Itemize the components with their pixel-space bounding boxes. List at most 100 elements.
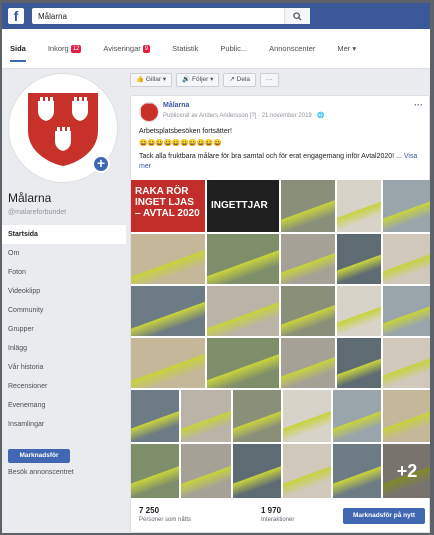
search-input[interactable]: Målarna — [32, 8, 310, 24]
tab-label: Annonscenter — [269, 44, 316, 53]
post-photo[interactable] — [207, 286, 279, 336]
sidebar-item-evenemang[interactable]: Evenemang — [2, 396, 126, 415]
post-text-body: Tack alla fruktbara målare för bra samta… — [139, 152, 425, 172]
post-meta: Publicerat av Anders Andersson [?] · 21 … — [163, 113, 325, 119]
post-photo[interactable] — [233, 390, 281, 442]
tab-label: Statistik — [172, 44, 199, 53]
main-column: 👍 Gillar ▾ 🔊 Följer ▾ ↗ Dela ··· Målarna… — [130, 69, 430, 533]
post-photo[interactable] — [383, 234, 430, 284]
notification-badge: 9 — [142, 44, 151, 53]
post-photo[interactable] — [283, 444, 331, 498]
sidebar-item-foton[interactable]: Foton — [2, 263, 126, 282]
post-photo[interactable] — [337, 180, 381, 232]
engagement-stat: 1 970 Interaktioner — [261, 506, 294, 523]
tab-statistik[interactable]: Statistik — [172, 29, 198, 68]
post-photo[interactable]: RAKA RÖR INGET LJAS – AVTAL 2020 — [131, 180, 205, 232]
engagement-value: 1 970 — [261, 506, 282, 515]
share-page-button[interactable]: ↗ Dela — [223, 73, 256, 87]
tab-label: Inkorg — [47, 44, 69, 53]
page-name: Målarna — [8, 191, 52, 205]
reach-label: Personer som nåtts — [139, 517, 192, 523]
post-photo[interactable] — [131, 338, 205, 388]
sidebar-item-startsida[interactable]: Startsida — [2, 225, 126, 244]
post-photo[interactable] — [181, 444, 231, 498]
post-photo[interactable] — [131, 390, 179, 442]
post-author-avatar[interactable] — [139, 102, 159, 122]
search-value: Målarna — [38, 11, 67, 21]
tab-aviseringar[interactable]: Aviseringar 9 — [103, 29, 151, 68]
post-photo[interactable] — [131, 286, 205, 336]
notification-badge: 12 — [70, 44, 82, 53]
sidebar-item-insamlingar[interactable]: Insamlingar — [2, 415, 126, 434]
tab-label: Aviseringar — [103, 44, 141, 53]
page-handle[interactable]: @malareforbundet — [8, 209, 66, 216]
photo-grid: RAKA RÖR INGET LJAS – AVTAL 2020 INGETTJA… — [131, 180, 430, 498]
post-photo[interactable] — [383, 180, 430, 232]
like-page-button[interactable]: 👍 Gillar ▾ — [130, 73, 173, 87]
sidebar-item-inlagg[interactable]: Inlägg — [2, 339, 126, 358]
more-photos-count[interactable]: +2 — [383, 444, 430, 498]
tab-annonscenter[interactable]: Annonscenter — [269, 29, 315, 68]
sidebar-item-videoklipp[interactable]: Videoklipp — [2, 282, 126, 301]
add-photo-button[interactable]: + — [92, 155, 110, 173]
post-text-heading: Arbetsplatsbesöken fortsätter! — [139, 128, 232, 135]
sidebar-item-recensioner[interactable]: Recensioner — [2, 377, 126, 396]
malarna-shield-logo — [140, 103, 158, 121]
search-button[interactable] — [284, 8, 310, 24]
post-photo[interactable] — [207, 234, 279, 284]
post-body-text: Tack alla fruktbara målare för bra samta… — [139, 153, 402, 160]
tab-label: Sida — [10, 44, 26, 53]
tab-public[interactable]: Public... — [220, 29, 247, 68]
post-photo[interactable] — [207, 338, 279, 388]
malarna-shield-logo — [28, 93, 98, 166]
post-photo[interactable]: INGETTJAR — [207, 180, 279, 232]
post-emoji-row: 😀😀😀😀😀😀😀😀😀😀 — [139, 140, 222, 147]
post-photo[interactable] — [383, 390, 430, 442]
post-photo[interactable] — [337, 338, 381, 388]
post-photo[interactable] — [337, 234, 381, 284]
post-photo[interactable]: +2 — [383, 444, 430, 498]
sidebar-nav: Startsida Om Foton Videoklipp Community … — [2, 225, 126, 434]
photo-caption: INGETTJAR — [211, 200, 268, 211]
post-photo[interactable] — [281, 234, 335, 284]
tab-sida[interactable]: Sida — [10, 29, 26, 68]
post-photo[interactable] — [383, 286, 430, 336]
top-bar: f Målarna — [2, 3, 430, 29]
page-sidebar: + Målarna @malareforbundet Startsida Om … — [2, 69, 126, 533]
post-author-name[interactable]: Målarna — [163, 102, 189, 109]
engagement-label: Interaktioner — [261, 517, 295, 523]
post-photo[interactable] — [131, 444, 179, 498]
sidebar-item-om[interactable]: Om — [2, 244, 126, 263]
post-photo[interactable] — [281, 286, 335, 336]
post-photo[interactable] — [281, 180, 335, 232]
page-actions: 👍 Gillar ▾ 🔊 Följer ▾ ↗ Dela ··· — [130, 69, 283, 91]
more-actions-button[interactable]: ··· — [260, 73, 279, 87]
post-photo[interactable] — [181, 390, 231, 442]
search-icon — [293, 11, 302, 21]
boost-again-button[interactable]: Marknadsför på nytt — [343, 508, 425, 524]
sidebar-item-grupper[interactable]: Grupper — [2, 320, 126, 339]
post-photo[interactable] — [333, 390, 381, 442]
facebook-logo-icon[interactable]: f — [8, 8, 24, 24]
post-photo[interactable] — [233, 444, 281, 498]
visit-ads-center-link[interactable]: Besök annonscentret — [8, 469, 74, 476]
post-photo[interactable] — [337, 286, 381, 336]
feed-post: Målarna Publicerat av Anders Andersson [… — [130, 95, 430, 533]
post-photo[interactable] — [283, 390, 331, 442]
browser-screen: f Målarna Sida Inkorg 12 Aviseringar 9 Sta… — [2, 3, 430, 533]
post-photo[interactable] — [383, 338, 430, 388]
reach-stat: 7 250 Personer som nåtts — [139, 506, 191, 523]
sidebar-item-var-historia[interactable]: Vår historia — [2, 358, 126, 377]
photo-caption: RAKA RÖR INGET LJAS – AVTAL 2020 — [135, 186, 200, 219]
page-tabs: Sida Inkorg 12 Aviseringar 9 Statistik Pub… — [2, 29, 430, 69]
follow-page-button[interactable]: 🔊 Följer ▾ — [176, 73, 220, 87]
post-insights: 7 250 Personer som nåtts 1 970 Interakti… — [131, 504, 430, 533]
tab-mer[interactable]: Mer ▾ — [337, 29, 356, 68]
post-photo[interactable] — [281, 338, 335, 388]
tab-inkorg[interactable]: Inkorg 12 — [48, 29, 82, 68]
post-photo[interactable] — [333, 444, 381, 498]
post-photo[interactable] — [131, 234, 205, 284]
promote-button[interactable]: Marknadsför — [8, 449, 70, 463]
sidebar-item-community[interactable]: Community — [2, 301, 126, 320]
post-options-icon[interactable]: ··· — [414, 100, 423, 110]
